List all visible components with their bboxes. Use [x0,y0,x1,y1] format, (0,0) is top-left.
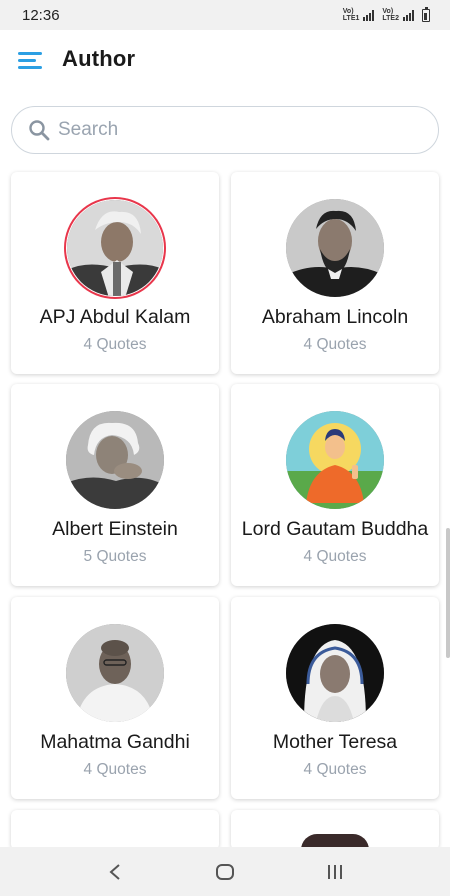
back-icon[interactable] [95,852,135,892]
author-avatar [66,199,164,297]
quote-count: 4 Quotes [83,761,147,778]
quote-count: 4 Quotes [303,336,367,353]
battery-icon [422,6,430,22]
recents-icon[interactable] [315,852,355,892]
app-header: Author [0,30,450,92]
status-bar: 12:36 Vo) LTE1 Vo) LTE2 [0,0,450,30]
author-card[interactable]: APJ Abdul Kalam 4 Quotes [11,172,219,374]
quote-count: 4 Quotes [303,548,367,565]
author-name: Mother Teresa [272,731,398,753]
author-card-partial[interactable] [231,810,439,850]
author-name: APJ Abdul Kalam [39,306,191,328]
quote-count: 4 Quotes [83,336,147,353]
status-time: 12:36 [22,6,60,24]
author-name: Abraham Lincoln [261,306,409,328]
sim2-label: Vo) LTE2 [382,8,399,22]
author-avatar [286,624,384,722]
home-icon[interactable] [205,852,245,892]
author-avatar [66,624,164,722]
search-input[interactable] [58,119,388,141]
author-card[interactable]: Abraham Lincoln 4 Quotes [231,172,439,374]
search-icon [28,119,50,141]
author-name: Albert Einstein [52,518,178,540]
status-icons: Vo) LTE1 Vo) LTE2 [342,6,430,22]
author-card[interactable]: Mother Teresa 4 Quotes [231,597,439,799]
author-card[interactable]: Mahatma Gandhi 4 Quotes [11,597,219,799]
search-bar[interactable] [11,106,439,154]
system-nav-bar [0,847,450,896]
author-name: Mahatma Gandhi [40,731,190,753]
signal-icon [403,9,414,21]
author-card-partial[interactable] [11,810,219,850]
author-avatar [66,411,164,509]
page-title: Author [62,46,136,71]
sim1-label: Vo) LTE1 [342,8,360,22]
menu-icon[interactable] [18,52,42,70]
quote-count: 5 Quotes [83,548,147,565]
author-name: Lord Gautam Buddha [241,518,429,540]
author-card[interactable]: Albert Einstein 5 Quotes [11,384,219,586]
author-avatar [286,199,384,297]
quote-count: 4 Quotes [303,761,367,778]
author-avatar [286,411,384,509]
signal-icon [363,9,375,21]
scrollbar[interactable] [446,528,450,658]
author-card[interactable]: Lord Gautam Buddha 4 Quotes [231,384,439,586]
